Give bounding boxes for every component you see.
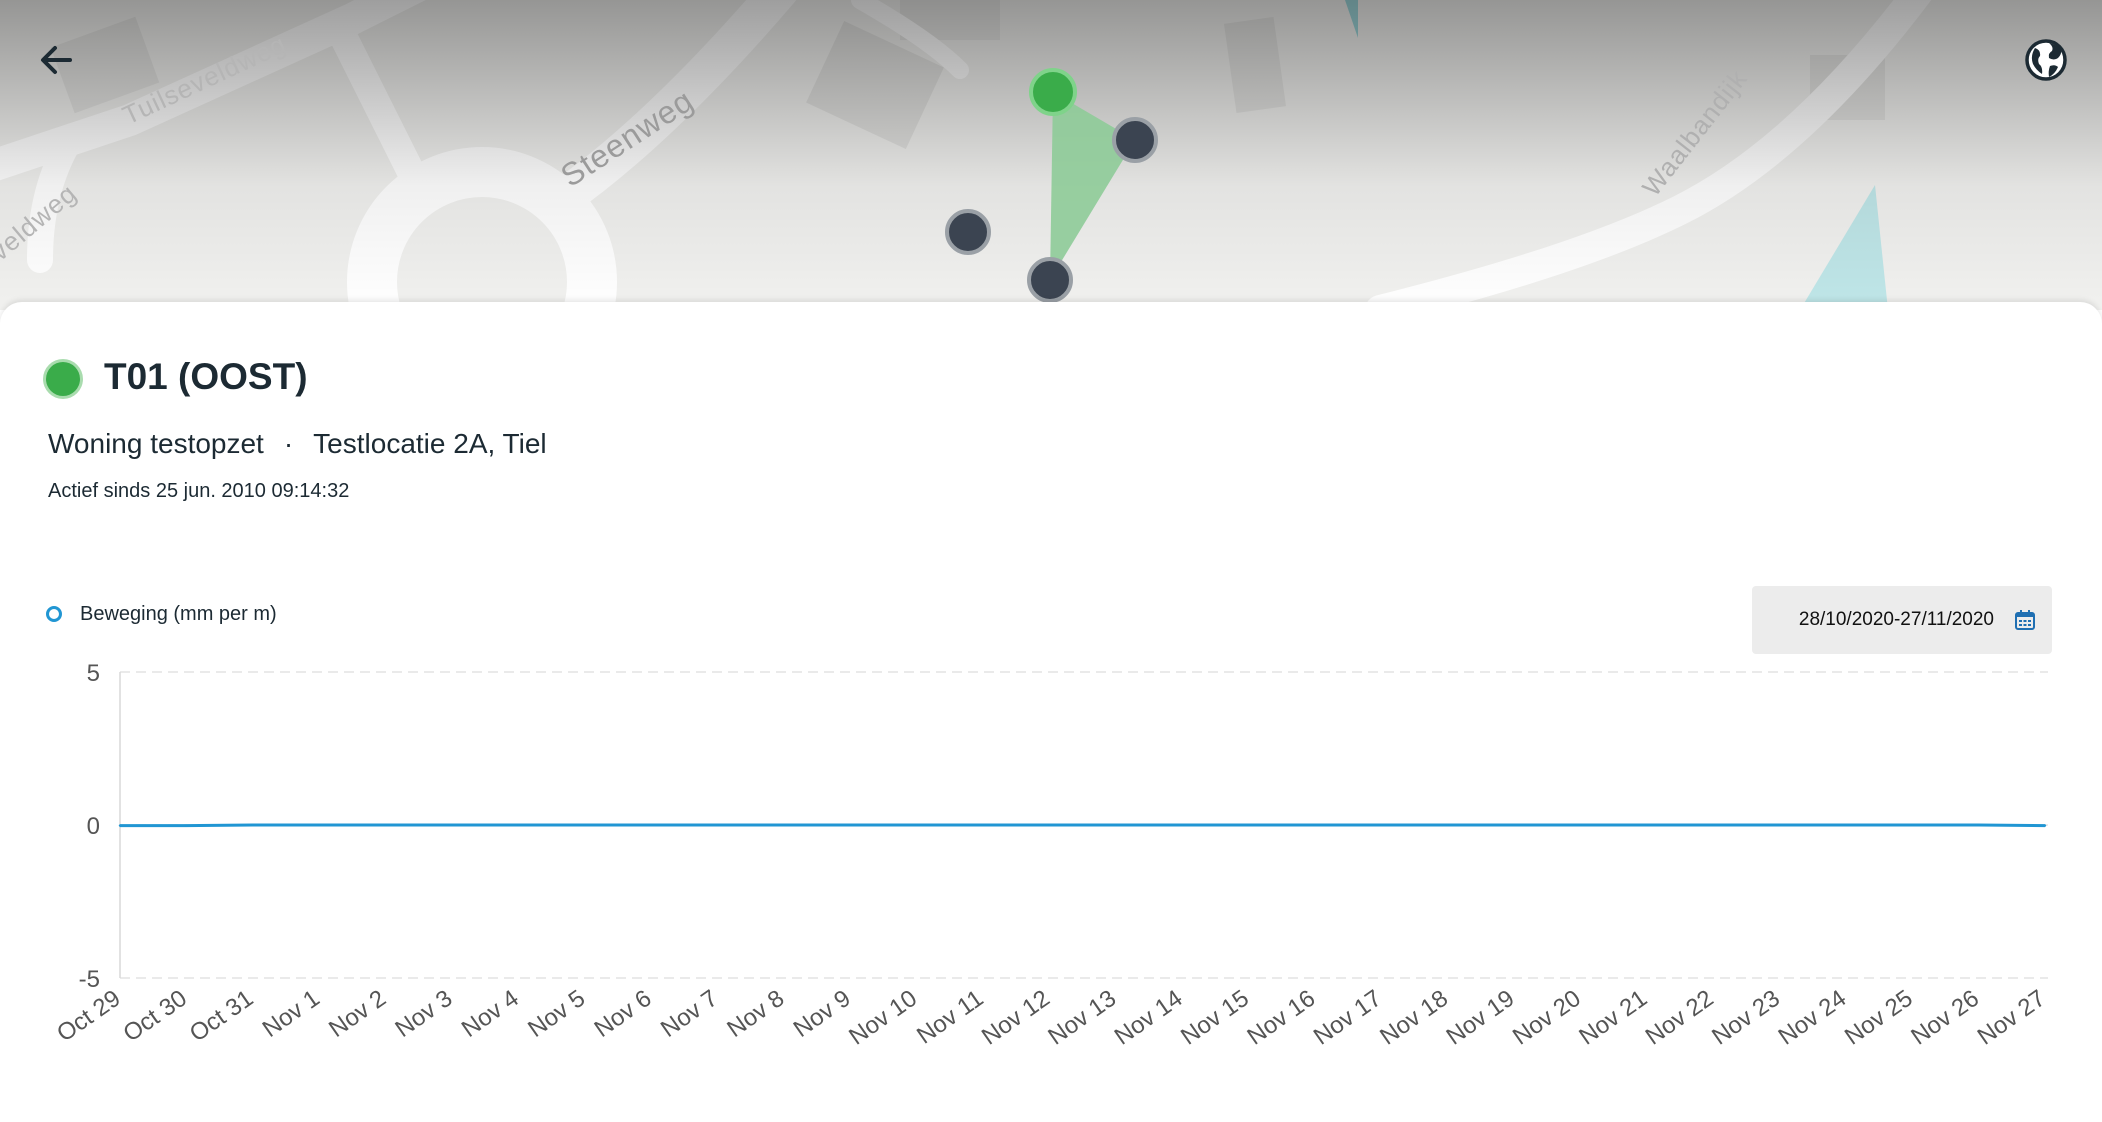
sensor-marker[interactable] [945, 209, 991, 255]
data-point [1313, 823, 1317, 827]
data-point [1977, 823, 1980, 827]
x-tick-label: Nov 26 [1906, 985, 1984, 1051]
data-point [848, 823, 852, 827]
x-tick-label: Nov 21 [1574, 985, 1652, 1051]
globe-icon [2025, 39, 2067, 81]
x-tick-label: Nov 7 [656, 985, 723, 1043]
map-view[interactable]: Tuilseveldweg Steenweg Waalbandijk veldw… [0, 0, 2102, 310]
sensor-marker-active[interactable] [1029, 68, 1077, 116]
x-tick-label: Oct 31 [185, 985, 258, 1048]
x-tick-label: Nov 12 [977, 985, 1055, 1051]
data-point [317, 823, 321, 827]
legend-label: Beweging (mm per m) [80, 602, 277, 625]
x-tick-label: Nov 3 [390, 985, 457, 1043]
x-tick-label: Nov 24 [1774, 985, 1852, 1051]
data-point [1247, 823, 1250, 827]
legend-marker [46, 606, 62, 622]
series-line [120, 823, 2046, 828]
y-tick-label: -5 [79, 966, 100, 993]
data-point [1711, 823, 1715, 827]
x-tick-label: Nov 20 [1508, 985, 1586, 1051]
x-tick-label: Nov 22 [1641, 985, 1719, 1051]
x-tick-label: Nov 15 [1176, 985, 1254, 1051]
sensor-title: T01 (OOST) [104, 356, 308, 397]
map-layers-button[interactable] [2018, 32, 2074, 88]
status-indicator [46, 362, 80, 396]
chart-series [118, 823, 2047, 828]
x-tick-label: Nov 27 [1973, 985, 2051, 1051]
x-tick-label: Nov 1 [258, 985, 325, 1043]
chart-x-axis: Oct 29Oct 30Oct 31 Nov 1 Nov 2 Nov 3 Nov 4 No… [52, 985, 2050, 1051]
x-tick-label: Nov 4 [457, 985, 524, 1043]
x-tick-label: Nov 17 [1309, 985, 1387, 1051]
sensor-marker[interactable] [1027, 257, 1073, 303]
data-point [450, 823, 454, 827]
chart-legend-item[interactable]: Beweging (mm per m) [46, 600, 277, 628]
data-point [1048, 823, 1051, 827]
data-point [1380, 823, 1383, 827]
x-tick-label: Nov 8 [722, 985, 789, 1043]
x-tick-label: Nov 25 [1840, 985, 1918, 1051]
x-tick-label: Nov 11 [912, 985, 988, 1050]
data-point [384, 823, 387, 827]
arrow-left-icon [41, 46, 72, 74]
x-tick-label: Nov 13 [1043, 985, 1121, 1051]
data-point [2043, 824, 2047, 827]
sensor-marker[interactable] [1112, 117, 1158, 163]
x-tick-label: Nov 16 [1242, 985, 1320, 1051]
active-since-text: Actief sinds 25 jun. 2010 09:14:32 [48, 480, 350, 502]
x-tick-label: Nov 6 [590, 985, 657, 1043]
x-tick-label: Nov 23 [1707, 985, 1785, 1051]
data-point [649, 823, 653, 827]
data-point [915, 823, 918, 827]
x-tick-label: Nov 18 [1375, 985, 1453, 1051]
data-point [185, 824, 188, 827]
data-point [716, 823, 719, 827]
x-tick-label: Nov 14 [1110, 985, 1188, 1051]
data-point [1645, 823, 1648, 827]
data-point [1114, 823, 1117, 827]
data-point [1512, 823, 1516, 827]
data-point [1778, 823, 1781, 827]
data-point [583, 823, 586, 827]
data-point [1180, 823, 1184, 827]
calendar-icon [2015, 610, 2035, 630]
separator-dot: · [283, 428, 294, 459]
data-point [517, 823, 520, 827]
x-tick-label: Nov 9 [789, 985, 856, 1043]
y-tick-label: 0 [87, 813, 100, 840]
data-point [981, 823, 985, 827]
data-point [1579, 823, 1582, 827]
data-point [1911, 823, 1914, 827]
project-name: Woning testopzet [48, 428, 264, 459]
x-tick-label: Nov 19 [1442, 985, 1520, 1051]
x-tick-label: Oct 30 [118, 985, 191, 1048]
chart-y-axis: 5 0 -5 [79, 660, 121, 993]
data-point [251, 823, 254, 827]
y-tick-label: 5 [87, 660, 100, 687]
x-tick-label: Nov 5 [523, 985, 590, 1043]
x-tick-label: Oct 29 [52, 985, 125, 1048]
data-point [118, 824, 122, 827]
location-name: Testlocatie 2A, Tiel [313, 428, 547, 459]
date-range-value: 28/10/2020-27/11/2020 [1798, 609, 1994, 630]
data-point [1446, 823, 1449, 827]
x-tick-label: Nov 10 [844, 985, 922, 1051]
data-point [1844, 823, 1848, 827]
x-tick-label: Nov 2 [324, 985, 391, 1043]
movement-chart: 50-5 Oct 29Oct 30Oct 31 Nov 1 Nov 2 Nov 3 No… [52, 660, 2050, 1051]
map-canvas[interactable]: Tuilseveldweg Steenweg Waalbandijk veldw… [0, 0, 2102, 310]
sensor-subtitle: Woning testopzet · Testlocatie 2A, Tiel [48, 428, 547, 460]
data-point [782, 823, 785, 827]
back-button[interactable] [28, 32, 84, 88]
